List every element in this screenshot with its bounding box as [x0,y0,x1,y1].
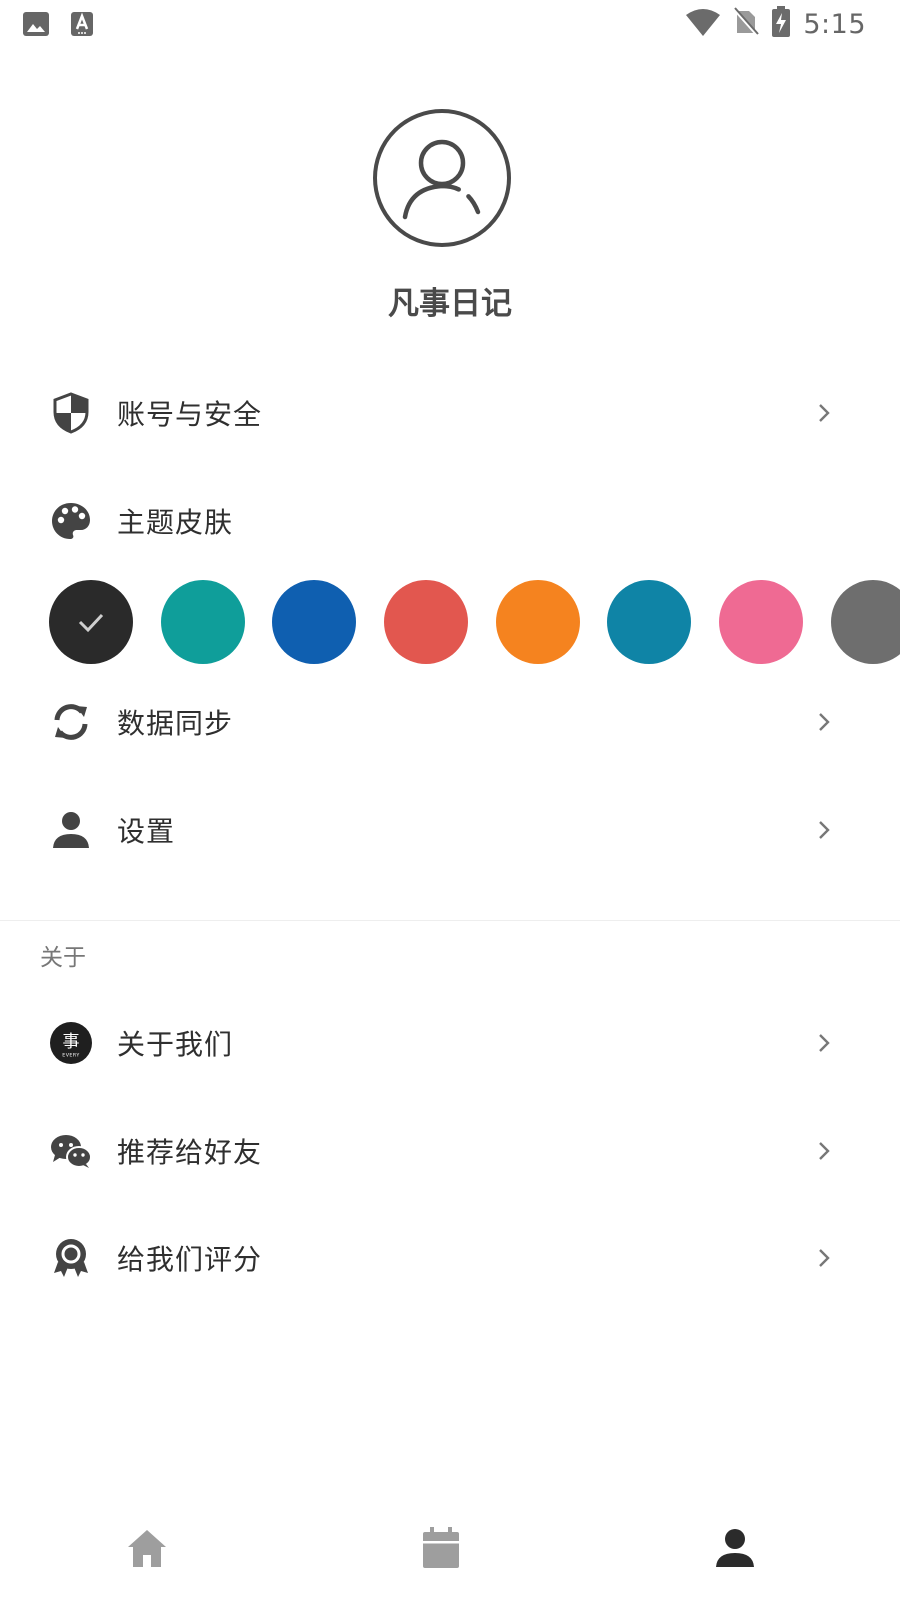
wifi-icon [685,7,721,41]
chevron-right-icon [814,710,834,734]
calendar-icon [423,1527,459,1568]
clock-time: 5:15 [803,8,866,40]
home-icon [128,1530,166,1567]
battery-charging-icon [771,6,791,42]
person-icon [50,809,92,851]
palette-icon [50,500,92,542]
menu-item-data-sync[interactable]: 数据同步 [0,692,900,752]
theme-swatch[interactable] [607,580,691,664]
chevron-right-icon [814,1246,834,1270]
theme-swatch[interactable] [719,580,803,664]
theme-swatch[interactable] [272,580,356,664]
chevron-right-icon [814,401,834,425]
theme-swatch[interactable] [384,580,468,664]
menu-label: 数据同步 [117,707,234,740]
menu-label: 设置 [117,815,176,848]
bottom-navigation [0,1480,900,1600]
theme-swatch-list [0,580,900,664]
user-outline-icon [373,109,511,247]
theme-swatch[interactable] [831,580,900,664]
shield-icon [50,392,92,434]
nav-profile-tab[interactable] [705,1518,765,1578]
menu-label: 给我们评分 [117,1243,263,1276]
nav-home-tab[interactable] [117,1518,177,1578]
menu-item-theme-skin[interactable]: 主题皮肤 [0,491,900,551]
menu-item-settings[interactable]: 设置 [0,800,900,860]
menu-item-account-security[interactable]: 账号与安全 [0,383,900,443]
chevron-right-icon [814,1031,834,1055]
image-icon [22,10,50,42]
logo-subtext: EVERY [62,1052,80,1058]
theme-swatch[interactable] [161,580,245,664]
section-title-about: 关于 [40,945,86,971]
menu-item-recommend-friends[interactable]: 推荐给好友 [0,1121,900,1181]
no-sim-icon [733,7,760,41]
section-divider [0,920,900,921]
avatar[interactable] [372,108,512,248]
menu-item-about-us[interactable]: 事 EVERY 关于我们 [0,1013,900,1073]
keyboard-a-icon [70,10,94,42]
wechat-icon [50,1130,92,1172]
chevron-right-icon [814,818,834,842]
status-bar: 5:15 [0,0,900,50]
menu-label: 账号与安全 [117,398,263,431]
nav-calendar-tab[interactable] [411,1518,471,1578]
app-name: 凡事日记 [388,286,512,322]
logo-text: 事 [62,1032,79,1052]
menu-label: 关于我们 [117,1028,234,1061]
check-icon [76,609,106,639]
chevron-right-icon [814,1139,834,1163]
sync-icon [50,701,92,743]
profile-icon [716,1529,754,1567]
menu-label: 主题皮肤 [117,506,234,539]
rating-badge-icon [50,1237,92,1279]
theme-swatch[interactable] [496,580,580,664]
theme-swatch[interactable] [49,580,133,664]
every-logo-icon: 事 EVERY [50,1022,92,1064]
menu-label: 推荐给好友 [117,1136,263,1169]
menu-item-rate-us[interactable]: 给我们评分 [0,1228,900,1288]
